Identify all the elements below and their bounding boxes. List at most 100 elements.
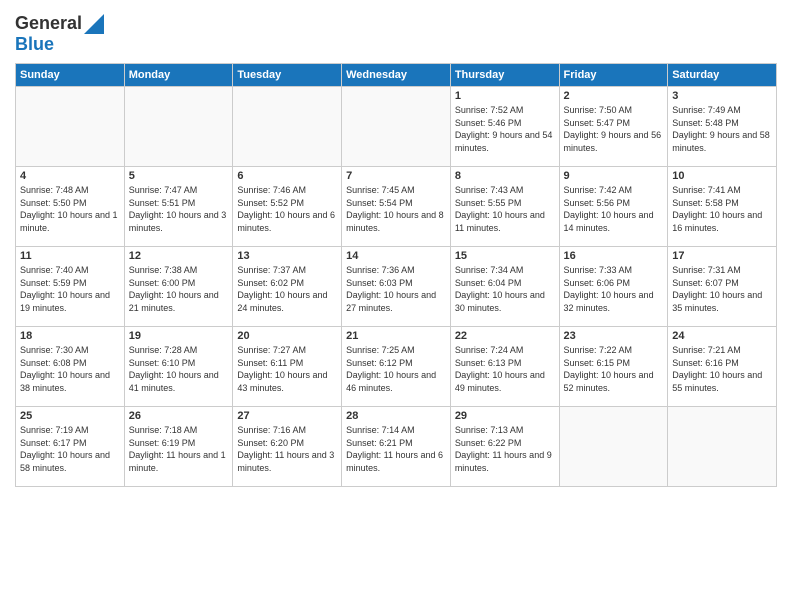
day-cell: 28 Sunrise: 7:14 AM Sunset: 6:21 PM Dayli… (342, 407, 451, 487)
day-info: Sunrise: 7:21 AM Sunset: 6:16 PM Dayligh… (672, 344, 772, 394)
day-cell: 15Sunrise: 7:34 AM Sunset: 6:04 PM Dayli… (450, 247, 559, 327)
col-header-tuesday: Tuesday (233, 64, 342, 87)
logo-triangle-icon (84, 14, 104, 34)
header: General Blue (15, 10, 777, 55)
main-container: General Blue SundayMondayTuesdayWednesda… (0, 0, 792, 492)
day-info: Sunrise: 7:18 AM Sunset: 6:19 PM Dayligh… (129, 424, 229, 474)
day-info: Sunrise: 7:41 AM Sunset: 5:58 PM Dayligh… (672, 184, 772, 234)
week-row-3: 11 Sunrise: 7:40 AM Sunset: 5:59 PM Dayli… (16, 247, 777, 327)
day-number: 17 (672, 250, 772, 262)
day-cell: 10 Sunrise: 7:41 AM Sunset: 5:58 PM Dayli… (668, 167, 777, 247)
day-info: Sunrise: 7:14 AM Sunset: 6:21 PM Dayligh… (346, 424, 446, 474)
day-cell (16, 87, 125, 167)
day-number: 23 (564, 330, 664, 342)
day-number: 16 (564, 250, 664, 262)
day-info: Sunrise: 7:50 AM Sunset: 5:47 PM Dayligh… (564, 104, 664, 154)
header-row: SundayMondayTuesdayWednesdayThursdayFrid… (16, 64, 777, 87)
day-info: Sunrise: 7:28 AM Sunset: 6:10 PM Dayligh… (129, 344, 229, 394)
day-number: 4 (20, 170, 120, 182)
day-number: 28 (346, 410, 446, 422)
day-cell: 17 Sunrise: 7:31 AM Sunset: 6:07 PM Dayli… (668, 247, 777, 327)
day-number: 24 (672, 330, 772, 342)
day-cell: 13 Sunrise: 7:37 AM Sunset: 6:02 PM Dayli… (233, 247, 342, 327)
day-number: 22 (455, 330, 555, 342)
day-number: 8 (455, 170, 555, 182)
day-cell: 26 Sunrise: 7:18 AM Sunset: 6:19 PM Dayli… (124, 407, 233, 487)
day-number: 2 (564, 90, 664, 102)
day-cell: 4 Sunrise: 7:48 AM Sunset: 5:50 PM Daylig… (16, 167, 125, 247)
day-info: Sunrise: 7:48 AM Sunset: 5:50 PM Dayligh… (20, 184, 120, 234)
day-number: 10 (672, 170, 772, 182)
day-info: Sunrise: 7:52 AM Sunset: 5:46 PM Dayligh… (455, 104, 555, 154)
day-number: 6 (237, 170, 337, 182)
day-number: 5 (129, 170, 229, 182)
day-info: Sunrise: 7:38 AM Sunset: 6:00 PM Dayligh… (129, 264, 229, 314)
day-cell (559, 407, 668, 487)
day-cell: 8 Sunrise: 7:43 AM Sunset: 5:55 PM Daylig… (450, 167, 559, 247)
logo-blue-text: Blue (15, 34, 104, 55)
day-cell (668, 407, 777, 487)
day-cell: 5 Sunrise: 7:47 AM Sunset: 5:51 PM Daylig… (124, 167, 233, 247)
col-header-saturday: Saturday (668, 64, 777, 87)
day-info: Sunrise: 7:33 AM Sunset: 6:06 PM Dayligh… (564, 264, 664, 314)
day-number: 3 (672, 90, 772, 102)
day-info: Sunrise: 7:25 AM Sunset: 6:12 PM Dayligh… (346, 344, 446, 394)
day-number: 25 (20, 410, 120, 422)
day-info: Sunrise: 7:46 AM Sunset: 5:52 PM Dayligh… (237, 184, 337, 234)
day-number: 27 (237, 410, 337, 422)
day-info: Sunrise: 7:49 AM Sunset: 5:48 PM Dayligh… (672, 104, 772, 154)
day-number: 26 (129, 410, 229, 422)
day-info: Sunrise: 7:47 AM Sunset: 5:51 PM Dayligh… (129, 184, 229, 234)
day-number: 21 (346, 330, 446, 342)
day-number: 12 (129, 250, 229, 262)
week-row-1: 1 Sunrise: 7:52 AM Sunset: 5:46 PM Daylig… (16, 87, 777, 167)
day-info: Sunrise: 7:34 AM Sunset: 6:04 PM Dayligh… (455, 264, 555, 314)
day-info: Sunrise: 7:19 AM Sunset: 6:17 PM Dayligh… (20, 424, 120, 474)
day-info: Sunrise: 7:43 AM Sunset: 5:55 PM Dayligh… (455, 184, 555, 234)
day-info: Sunrise: 7:37 AM Sunset: 6:02 PM Dayligh… (237, 264, 337, 314)
day-number: 1 (455, 90, 555, 102)
day-info: Sunrise: 7:45 AM Sunset: 5:54 PM Dayligh… (346, 184, 446, 234)
day-cell: 29Sunrise: 7:13 AM Sunset: 6:22 PM Dayli… (450, 407, 559, 487)
day-cell: 1 Sunrise: 7:52 AM Sunset: 5:46 PM Daylig… (450, 87, 559, 167)
day-cell: 16 Sunrise: 7:33 AM Sunset: 6:06 PM Dayli… (559, 247, 668, 327)
col-header-sunday: Sunday (16, 64, 125, 87)
day-info: Sunrise: 7:24 AM Sunset: 6:13 PM Dayligh… (455, 344, 555, 394)
day-number: 14 (346, 250, 446, 262)
week-row-5: 25 Sunrise: 7:19 AM Sunset: 6:17 PM Dayli… (16, 407, 777, 487)
week-row-4: 18Sunrise: 7:30 AM Sunset: 6:08 PM Dayli… (16, 327, 777, 407)
day-number: 13 (237, 250, 337, 262)
day-cell (342, 87, 451, 167)
day-info: Sunrise: 7:30 AM Sunset: 6:08 PM Dayligh… (20, 344, 120, 394)
day-info: Sunrise: 7:40 AM Sunset: 5:59 PM Dayligh… (20, 264, 120, 314)
col-header-wednesday: Wednesday (342, 64, 451, 87)
day-number: 11 (20, 250, 120, 262)
day-cell (233, 87, 342, 167)
logo: General Blue (15, 14, 104, 55)
day-cell: 7 Sunrise: 7:45 AM Sunset: 5:54 PM Daylig… (342, 167, 451, 247)
day-number: 29 (455, 410, 555, 422)
day-info: Sunrise: 7:27 AM Sunset: 6:11 PM Dayligh… (237, 344, 337, 394)
day-cell: 3 Sunrise: 7:49 AM Sunset: 5:48 PM Daylig… (668, 87, 777, 167)
day-cell: 6 Sunrise: 7:46 AM Sunset: 5:52 PM Daylig… (233, 167, 342, 247)
day-cell: 12 Sunrise: 7:38 AM Sunset: 6:00 PM Dayli… (124, 247, 233, 327)
day-cell: 18Sunrise: 7:30 AM Sunset: 6:08 PM Dayli… (16, 327, 125, 407)
day-info: Sunrise: 7:31 AM Sunset: 6:07 PM Dayligh… (672, 264, 772, 314)
day-cell: 9Sunrise: 7:42 AM Sunset: 5:56 PM Daylig… (559, 167, 668, 247)
day-cell: 27 Sunrise: 7:16 AM Sunset: 6:20 PM Dayli… (233, 407, 342, 487)
logo-general: General (15, 14, 82, 34)
day-number: 20 (237, 330, 337, 342)
day-info: Sunrise: 7:16 AM Sunset: 6:20 PM Dayligh… (237, 424, 337, 474)
col-header-monday: Monday (124, 64, 233, 87)
day-number: 19 (129, 330, 229, 342)
day-cell: 23 Sunrise: 7:22 AM Sunset: 6:15 PM Dayli… (559, 327, 668, 407)
day-info: Sunrise: 7:22 AM Sunset: 6:15 PM Dayligh… (564, 344, 664, 394)
day-cell: 22 Sunrise: 7:24 AM Sunset: 6:13 PM Dayli… (450, 327, 559, 407)
week-row-2: 4 Sunrise: 7:48 AM Sunset: 5:50 PM Daylig… (16, 167, 777, 247)
day-cell: 20 Sunrise: 7:27 AM Sunset: 6:11 PM Dayli… (233, 327, 342, 407)
col-header-friday: Friday (559, 64, 668, 87)
day-cell: 14 Sunrise: 7:36 AM Sunset: 6:03 PM Dayli… (342, 247, 451, 327)
day-cell: 24 Sunrise: 7:21 AM Sunset: 6:16 PM Dayli… (668, 327, 777, 407)
day-info: Sunrise: 7:36 AM Sunset: 6:03 PM Dayligh… (346, 264, 446, 314)
day-number: 7 (346, 170, 446, 182)
